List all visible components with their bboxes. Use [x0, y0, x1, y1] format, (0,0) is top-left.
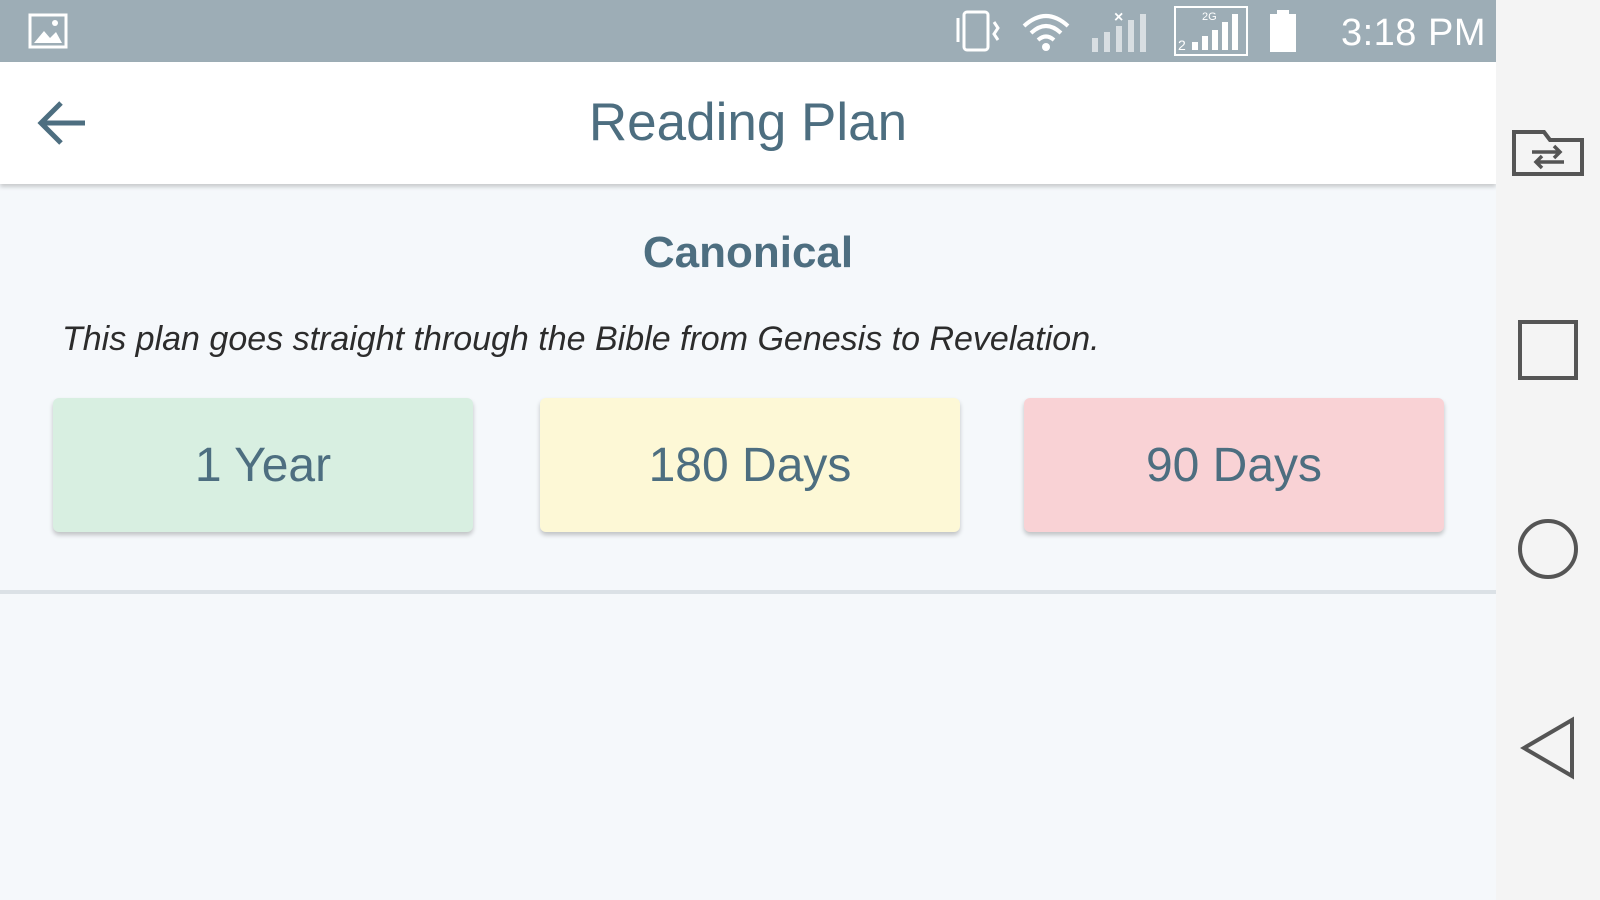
page-title: Reading Plan — [588, 93, 908, 152]
svg-text:2G: 2G — [1202, 11, 1217, 23]
180-days-label: 180 Days — [648, 438, 852, 492]
svg-text:×: × — [1114, 9, 1123, 26]
one-year-button[interactable]: 1 Year — [53, 398, 473, 532]
plan-description: This plan goes straight through the Bibl… — [62, 320, 1100, 358]
plan-name: Canonical — [642, 228, 854, 277]
90-days-label: 90 Days — [1145, 438, 1323, 492]
recent-apps-icon — [1518, 320, 1578, 380]
90-days-button[interactable]: 90 Days — [1024, 398, 1444, 532]
vibrate-icon — [956, 10, 1000, 52]
wifi-icon — [1022, 14, 1070, 51]
gallery-icon — [28, 13, 68, 49]
recent-apps-button[interactable] — [1496, 300, 1600, 400]
plan-card: Canonical This plan goes straight throug… — [0, 184, 1496, 592]
battery-icon — [1270, 10, 1296, 52]
home-icon — [1518, 519, 1578, 579]
one-year-label: 1 Year — [194, 438, 332, 492]
navigation-bar — [1496, 0, 1600, 900]
signal-no-service-icon: × — [1092, 9, 1146, 52]
status-icons: × 2G 2 — [952, 6, 1300, 56]
status-time: 3:18 PM — [1340, 12, 1486, 54]
screen-switch-button[interactable] — [1496, 102, 1600, 202]
signal-2g-icon: 2G 2 — [1174, 6, 1248, 56]
back-icon — [1520, 716, 1574, 780]
app-screen: × 2G 2 3:18 PM Reading Plan Canonical Th… — [0, 0, 1496, 900]
svg-text:2: 2 — [1178, 37, 1186, 53]
app-bar: Reading Plan — [0, 62, 1496, 184]
status-bar: × 2G 2 3:18 PM — [0, 0, 1496, 62]
180-days-button[interactable]: 180 Days — [540, 398, 960, 532]
system-back-button[interactable] — [1496, 698, 1600, 798]
screen-switch-icon — [1512, 130, 1584, 176]
section-divider — [0, 590, 1496, 594]
home-button[interactable] — [1496, 499, 1600, 599]
